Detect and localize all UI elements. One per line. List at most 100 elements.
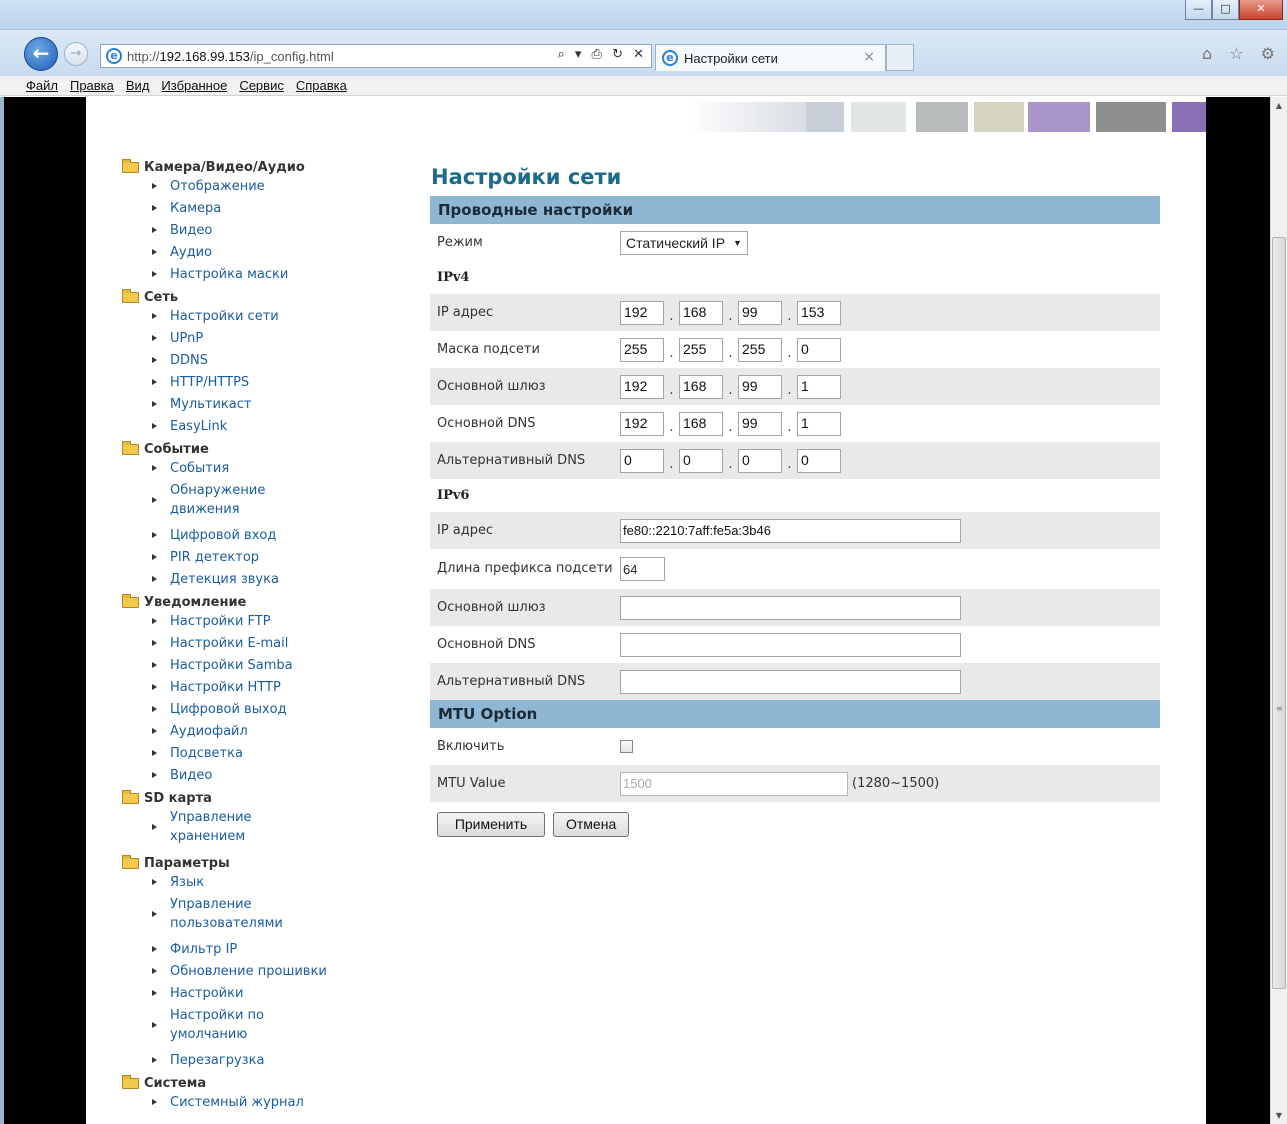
ip-octet-field[interactable]: 0: [679, 448, 723, 473]
scroll-up-arrow-icon[interactable]: ▲: [1271, 97, 1287, 114]
sidebar-item[interactable]: Мультикаст: [122, 394, 382, 416]
sidebar-item[interactable]: EasyLink: [122, 416, 382, 438]
arrow-bullet-icon: [152, 401, 158, 407]
ipv6-dns-field[interactable]: [620, 632, 961, 657]
ip-octet-field[interactable]: 168: [679, 374, 723, 399]
address-bar[interactable]: e http://192.168.99.153/ip_config.html ⌕…: [100, 44, 652, 68]
sidebar-item[interactable]: Настройки E-mail: [122, 633, 382, 655]
url-path: /ip_config.html: [249, 49, 334, 64]
ip-octet-field[interactable]: 0: [797, 337, 841, 362]
ip-octet-field[interactable]: 153: [797, 300, 841, 325]
menu-view[interactable]: Вид: [120, 76, 156, 95]
sidebar-item[interactable]: Детекция звука: [122, 569, 382, 591]
sidebar-item[interactable]: Системный журнал: [122, 1092, 382, 1114]
sidebar-category[interactable]: Сеть: [122, 288, 382, 306]
sidebar-item[interactable]: Управление пользователями: [122, 894, 382, 939]
ip-octet-field[interactable]: 192: [620, 374, 664, 399]
sidebar-item-label: HTTP/HTTPS: [170, 375, 250, 390]
sidebar-item[interactable]: Настройки HTTP: [122, 677, 382, 699]
sidebar-item[interactable]: PIR детектор: [122, 547, 382, 569]
sidebar-item[interactable]: Настройки сети: [122, 306, 382, 328]
sidebar-item[interactable]: Аудиофайл: [122, 721, 382, 743]
sidebar-category[interactable]: SD карта: [122, 789, 382, 807]
home-favorites-tools-icons[interactable]: ⌂ ☆ ⚙: [1202, 44, 1281, 63]
mode-select[interactable]: Статический IP ▼: [620, 230, 748, 255]
ip-octet-field[interactable]: 99: [738, 374, 782, 399]
ip-octet-field[interactable]: 0: [797, 448, 841, 473]
sidebar-item[interactable]: Видео: [122, 220, 382, 242]
cancel-button[interactable]: Отмена: [553, 812, 630, 837]
sidebar-item[interactable]: Управление хранением: [122, 807, 382, 852]
ip-octet-field[interactable]: 192: [620, 300, 664, 325]
sidebar-item[interactable]: Видео: [122, 765, 382, 787]
maximize-button[interactable]: □: [1212, 0, 1239, 20]
ip-octet-field[interactable]: 0: [620, 448, 664, 473]
ip-octet-field[interactable]: 168: [679, 300, 723, 325]
ip-octet-field[interactable]: 255: [620, 337, 664, 362]
ipv6-ip-field[interactable]: fe80::2210:7aff:fe5a:3b46: [620, 518, 961, 543]
sidebar-category[interactable]: Параметры: [122, 854, 382, 872]
sidebar-item[interactable]: Подсветка: [122, 743, 382, 765]
menu-edit[interactable]: Правка: [64, 76, 120, 95]
ip-octet-field[interactable]: 168: [679, 411, 723, 436]
sidebar-item[interactable]: Цифровой вход: [122, 525, 382, 547]
apply-button[interactable]: Применить: [437, 812, 545, 837]
close-window-button[interactable]: ✕: [1239, 0, 1283, 20]
mtu-enable-checkbox[interactable]: [620, 740, 633, 753]
sidebar-item[interactable]: Обнаружение движения: [122, 480, 382, 525]
ip-octet-field[interactable]: 1: [797, 374, 841, 399]
new-tab-button[interactable]: [886, 44, 914, 71]
ipv6-altdns-field[interactable]: [620, 669, 961, 694]
sidebar-category[interactable]: Камера/Видео/Аудио: [122, 158, 382, 176]
ip-octet-field[interactable]: 255: [679, 337, 723, 362]
ip-octet-field[interactable]: 99: [738, 300, 782, 325]
sidebar-item[interactable]: Настройки FTP: [122, 611, 382, 633]
mode-label: Режим: [437, 235, 483, 250]
arrow-bullet-icon: [152, 357, 158, 363]
ip-octet-field[interactable]: 255: [738, 337, 782, 362]
address-bar-tools-icon[interactable]: ⌕ ▾ ⎙ ↻ ✕: [557, 47, 647, 62]
sidebar-item[interactable]: Настройка маски: [122, 264, 382, 286]
sidebar-item[interactable]: HTTP/HTTPS: [122, 372, 382, 394]
ip-octet-field[interactable]: 192: [620, 411, 664, 436]
ip-octet-field[interactable]: 1: [797, 411, 841, 436]
arrow-bullet-icon: [152, 423, 158, 429]
page-viewport: ▲ ≡ ▼ Камера/Видео/Аудио Отображение Камер…: [0, 97, 1287, 1124]
ip-octet-field[interactable]: 0: [738, 448, 782, 473]
sidebar-category[interactable]: Событие: [122, 440, 382, 458]
url-text[interactable]: http://192.168.99.153/ip_config.html: [127, 49, 334, 64]
scroll-down-arrow-icon[interactable]: ▼: [1271, 1107, 1287, 1124]
menu-favorites[interactable]: Избранное: [155, 76, 233, 95]
sidebar-item[interactable]: Отображение: [122, 176, 382, 198]
menu-file[interactable]: Файл: [20, 76, 64, 95]
sidebar-item[interactable]: Язык: [122, 872, 382, 894]
mtu-value-field[interactable]: 1500: [620, 771, 848, 796]
sidebar-item[interactable]: Настройки: [122, 983, 382, 1005]
browser-tab[interactable]: e Настройки сети ×: [655, 44, 886, 71]
sidebar-item[interactable]: Камера: [122, 198, 382, 220]
ip-octet-field[interactable]: 99: [738, 411, 782, 436]
sidebar-item[interactable]: Перезагрузка: [122, 1050, 382, 1072]
sidebar-item[interactable]: Цифровой выход: [122, 699, 382, 721]
ipv6-gateway-field[interactable]: [620, 595, 961, 620]
menu-help[interactable]: Справка: [290, 76, 353, 95]
sidebar-category[interactable]: Система: [122, 1074, 382, 1092]
ipv6-prefix-field[interactable]: 64: [620, 557, 665, 581]
minimize-button[interactable]: —: [1185, 0, 1212, 20]
back-button[interactable]: ←: [24, 37, 58, 71]
vertical-scrollbar[interactable]: ▲ ≡ ▼: [1270, 97, 1287, 1124]
sidebar-item[interactable]: Фильтр IP: [122, 939, 382, 961]
scroll-thumb[interactable]: ≡: [1272, 237, 1286, 989]
sidebar-item[interactable]: DDNS: [122, 350, 382, 372]
sidebar-item[interactable]: UPnP: [122, 328, 382, 350]
sidebar-item[interactable]: Аудио: [122, 242, 382, 264]
sidebar-item[interactable]: События: [122, 458, 382, 480]
ipv4-field-label: Альтернативный DNS: [437, 453, 586, 468]
sidebar-category[interactable]: Уведомление: [122, 593, 382, 611]
sidebar-item[interactable]: Настройки Samba: [122, 655, 382, 677]
sidebar-item[interactable]: Обновление прошивки: [122, 961, 382, 983]
sidebar-item[interactable]: Настройки по умолчанию: [122, 1005, 382, 1050]
menu-tools[interactable]: Сервис: [233, 76, 290, 95]
forward-button[interactable]: →: [64, 42, 88, 66]
tab-close-icon[interactable]: ×: [863, 49, 875, 65]
